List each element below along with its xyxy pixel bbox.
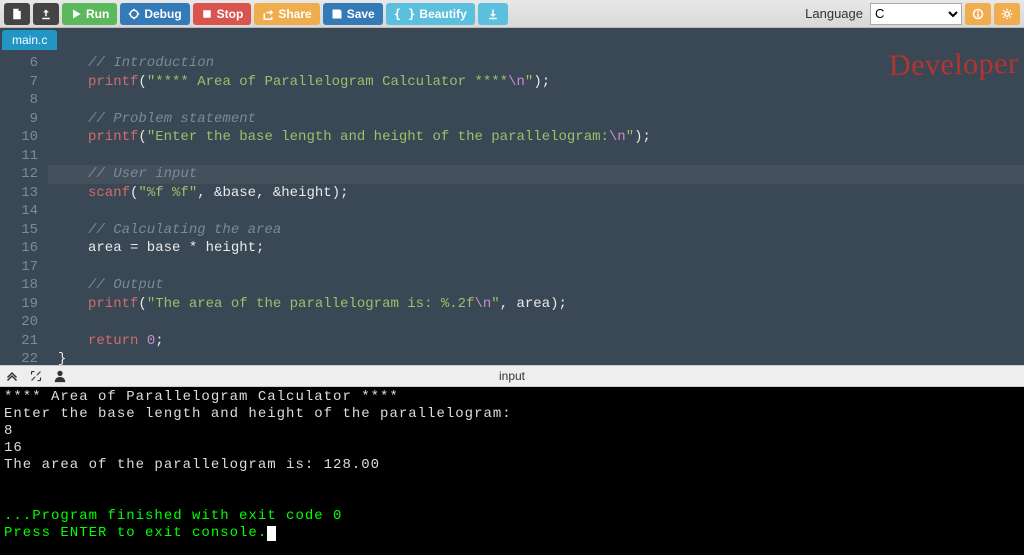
line-number-gutter: 678910111213141516171819202122: [0, 50, 48, 365]
line-number: 20: [0, 313, 38, 332]
console-mode-label: input: [499, 369, 525, 383]
stop-icon: [201, 8, 213, 20]
braces-icon: { }: [394, 7, 416, 21]
code-line: // Calculating the area: [88, 221, 281, 240]
upload-icon: [40, 8, 52, 20]
console-cursor: [267, 526, 276, 541]
download-icon: [487, 8, 499, 20]
tab-bar: main.c: [0, 28, 1024, 50]
code-line: // Problem statement: [88, 110, 256, 129]
share-icon: [262, 8, 274, 20]
expand-icon[interactable]: [28, 368, 44, 384]
line-number: 6: [0, 54, 38, 73]
run-label: Run: [86, 7, 109, 21]
beautify-button[interactable]: { } Beautify: [386, 3, 475, 25]
language-select[interactable]: C: [870, 3, 962, 25]
line-number: 17: [0, 258, 38, 277]
info-icon: [972, 8, 984, 20]
share-button[interactable]: Share: [254, 3, 319, 25]
save-button[interactable]: Save: [323, 3, 383, 25]
top-toolbar: Run Debug Stop Share Save { } Beautify L…: [0, 0, 1024, 28]
language-label: Language: [805, 6, 863, 21]
code-line: // User input: [88, 165, 197, 184]
line-number: 18: [0, 276, 38, 295]
console-control-bar: input: [0, 365, 1024, 387]
line-number: 12: [0, 165, 38, 184]
code-editor[interactable]: 678910111213141516171819202122 // Introd…: [0, 50, 1024, 365]
console-status-text: ...Program finished with exit code 0 Pre…: [4, 508, 342, 541]
share-label: Share: [278, 7, 311, 21]
play-icon: [70, 8, 82, 20]
collapse-icon[interactable]: [4, 368, 20, 384]
line-number: 9: [0, 110, 38, 129]
code-line: // Introduction: [88, 54, 214, 73]
save-label: Save: [347, 7, 375, 21]
code-line: area = base * height;: [88, 239, 264, 258]
line-number: 10: [0, 128, 38, 147]
code-line: scanf("%f %f", &base, &height);: [88, 184, 349, 203]
beautify-label: Beautify: [419, 7, 466, 21]
tab-filename: main.c: [12, 33, 47, 47]
debug-label: Debug: [144, 7, 181, 21]
code-line: // Output: [88, 276, 164, 295]
info-button[interactable]: [965, 3, 991, 25]
console-output[interactable]: **** Area of Parallelogram Calculator **…: [0, 387, 1024, 555]
stop-button[interactable]: Stop: [193, 3, 252, 25]
code-line: printf("The area of the parallelogram is…: [88, 295, 567, 314]
debug-button[interactable]: Debug: [120, 3, 189, 25]
file-tab[interactable]: main.c: [2, 30, 57, 50]
file-icon: [11, 8, 23, 20]
code-line: printf("Enter the base length and height…: [88, 128, 651, 147]
download-button[interactable]: [478, 3, 508, 25]
line-number: 19: [0, 295, 38, 314]
new-file-button[interactable]: [4, 3, 30, 25]
line-number: 21: [0, 332, 38, 351]
settings-button[interactable]: [994, 3, 1020, 25]
line-number: 8: [0, 91, 38, 110]
line-number: 16: [0, 239, 38, 258]
line-number: 7: [0, 73, 38, 92]
stop-label: Stop: [217, 7, 244, 21]
person-icon[interactable]: [52, 368, 68, 384]
run-button[interactable]: Run: [62, 3, 117, 25]
save-icon: [331, 8, 343, 20]
upload-button[interactable]: [33, 3, 59, 25]
line-number: 15: [0, 221, 38, 240]
code-area[interactable]: // Introductionprintf("**** Area of Para…: [48, 50, 1024, 365]
line-number: 11: [0, 147, 38, 166]
code-line: return 0;: [88, 332, 164, 351]
gear-icon: [1001, 8, 1013, 20]
code-line: printf("**** Area of Parallelogram Calcu…: [88, 73, 550, 92]
bug-icon: [128, 8, 140, 20]
line-number: 14: [0, 202, 38, 221]
line-number: 13: [0, 184, 38, 203]
